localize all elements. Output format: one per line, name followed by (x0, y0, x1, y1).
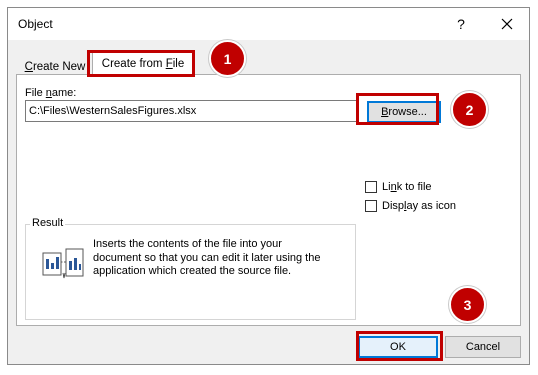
dialog-title: Object (18, 17, 53, 31)
ok-button-label: OK (390, 341, 406, 353)
file-name-label: File name: (25, 87, 77, 99)
tab-create-new-label: Create New (24, 61, 86, 73)
tab-create-from-file-label: Create from File (101, 58, 185, 70)
close-button[interactable] (492, 12, 522, 36)
step-badge-1: 1 (209, 40, 246, 77)
link-to-file-label: Link to file (382, 181, 432, 193)
embedded-document-icon (42, 248, 84, 279)
tab-panel: File name: Browse... Link to file Displa… (16, 74, 521, 326)
display-as-icon-box[interactable] (365, 200, 377, 212)
cancel-button[interactable]: Cancel (445, 336, 521, 358)
step-badge-3: 3 (449, 286, 486, 323)
cancel-button-label: Cancel (465, 341, 501, 353)
result-legend: Result (30, 217, 66, 229)
help-button[interactable]: ? (446, 12, 476, 36)
file-name-input[interactable] (25, 100, 357, 122)
browse-button-label: Browse... (381, 106, 427, 118)
display-as-icon-label: Display as icon (382, 200, 456, 212)
ok-button[interactable]: OK (358, 336, 438, 358)
link-to-file-checkbox[interactable]: Link to file (365, 181, 432, 193)
browse-button[interactable]: Browse... (367, 101, 441, 123)
result-group: Result Inserts the contents of the file … (25, 217, 356, 320)
display-as-icon-checkbox[interactable]: Display as icon (365, 200, 456, 212)
step-badge-2: 2 (451, 91, 488, 128)
help-icon: ? (457, 16, 465, 32)
close-icon (501, 18, 513, 30)
title-bar: Object ? (8, 8, 529, 40)
result-description: Inserts the contents of the file into yo… (93, 238, 321, 277)
link-to-file-box[interactable] (365, 181, 377, 193)
tab-create-from-file[interactable]: Create from File (92, 51, 194, 76)
